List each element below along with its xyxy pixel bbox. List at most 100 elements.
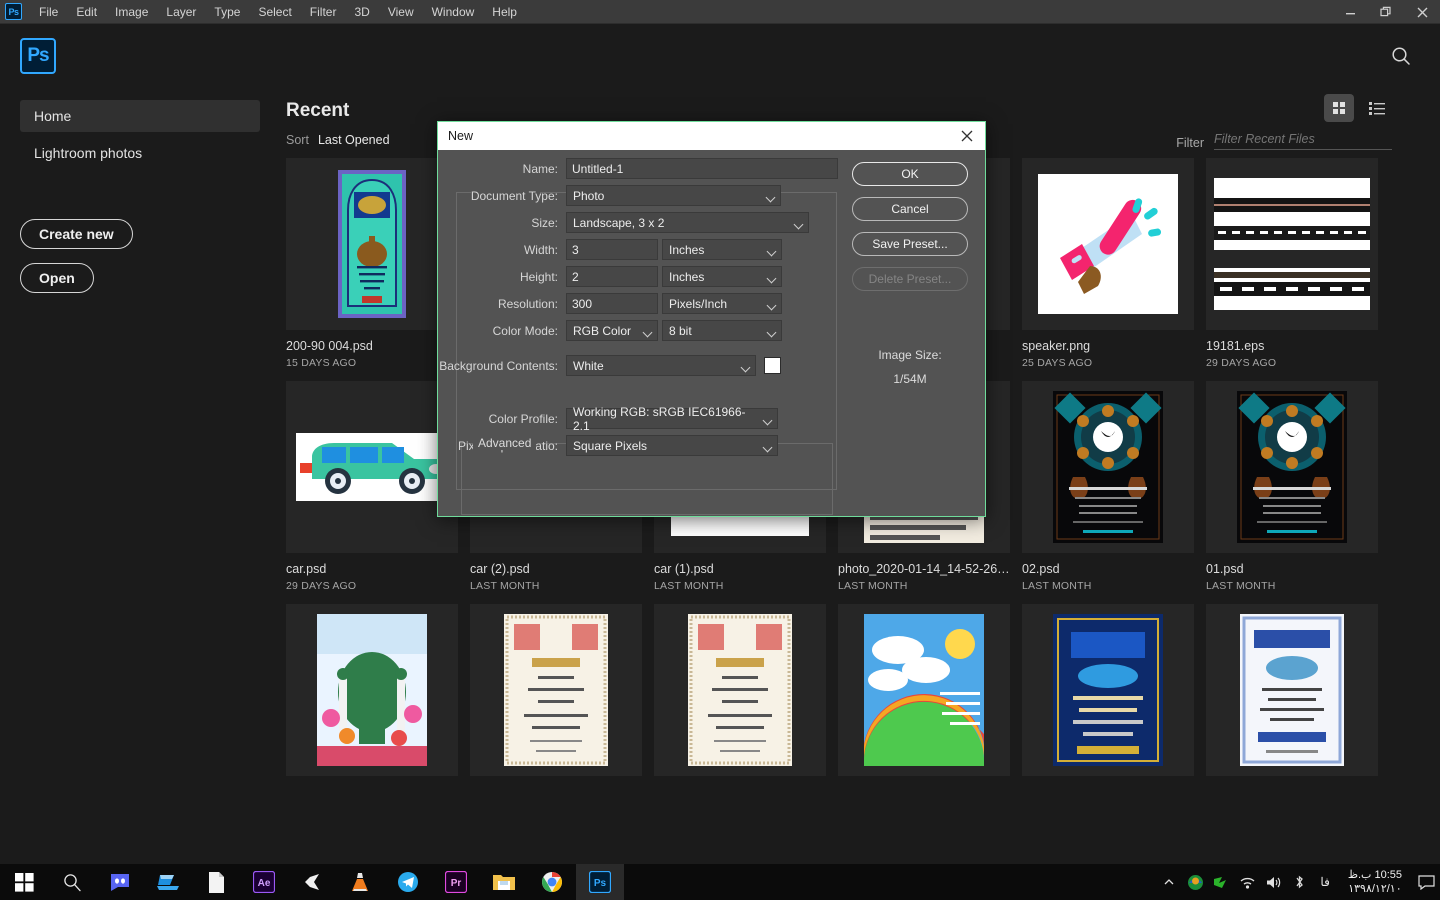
- bluetooth-tray-icon[interactable]: [1286, 864, 1312, 900]
- height-unit-select[interactable]: Inches: [662, 266, 782, 287]
- file-thumbnail[interactable]: [286, 381, 458, 553]
- list-item[interactable]: 02.psd LAST MONTH: [1022, 381, 1194, 592]
- sidebar-item-home[interactable]: Home: [20, 100, 260, 132]
- create-new-button[interactable]: Create new: [20, 219, 133, 249]
- list-item[interactable]: [838, 604, 1010, 789]
- file-name: 01.psd: [1206, 562, 1244, 576]
- list-item[interactable]: [286, 604, 458, 789]
- search-icon: [64, 874, 81, 892]
- taskbar-unity[interactable]: [288, 864, 336, 900]
- list-item[interactable]: 19181.eps 29 DAYS AGO: [1206, 158, 1378, 369]
- background-color-swatch[interactable]: [764, 357, 781, 374]
- document-type-select[interactable]: Photo: [566, 185, 781, 206]
- list-item[interactable]: 200-90 004.psd 15 DAYS AGO: [286, 158, 458, 369]
- taskbar-file-explorer[interactable]: [480, 864, 528, 900]
- file-thumbnail[interactable]: [838, 604, 1010, 776]
- sidebar-item-lightroom-photos[interactable]: Lightroom photos: [20, 137, 260, 169]
- sort-value[interactable]: Last Opened: [318, 133, 390, 147]
- file-thumbnail[interactable]: [286, 604, 458, 776]
- taskbar-after-effects[interactable]: Ae: [240, 864, 288, 900]
- search-button[interactable]: [1388, 43, 1414, 69]
- menu-window[interactable]: Window: [423, 1, 484, 23]
- idm-tray-icon[interactable]: [1182, 864, 1208, 900]
- minimize-button[interactable]: [1332, 0, 1368, 24]
- document-name-input[interactable]: [566, 158, 838, 179]
- list-item[interactable]: [1022, 604, 1194, 789]
- list-item[interactable]: 01.psd LAST MONTH: [1206, 381, 1378, 592]
- idm-icon: [1187, 874, 1203, 890]
- dialog-close-button[interactable]: [953, 122, 981, 150]
- file-thumbnail[interactable]: [1022, 381, 1194, 553]
- save-preset-button[interactable]: Save Preset...: [852, 232, 968, 256]
- minimize-icon: [1345, 12, 1355, 14]
- size-select[interactable]: Landscape, 3 x 2: [566, 212, 809, 233]
- poster-blue-art: [1053, 614, 1163, 766]
- menu-filter[interactable]: Filter: [301, 1, 346, 23]
- height-unit-value: Inches: [669, 269, 705, 284]
- background-contents-select[interactable]: White: [566, 355, 756, 376]
- file-thumbnail[interactable]: [1206, 158, 1378, 330]
- clock[interactable]: 10:55 ب.ظ ۱۳۹۸/۱۲/۱۰: [1338, 864, 1412, 900]
- taskbar-document-app[interactable]: [192, 864, 240, 900]
- maximize-button[interactable]: [1368, 0, 1404, 24]
- language-indicator[interactable]: فا: [1312, 875, 1337, 889]
- taskbar-discord[interactable]: [96, 864, 144, 900]
- menu-edit[interactable]: Edit: [67, 1, 106, 23]
- file-thumbnail[interactable]: [1206, 381, 1378, 553]
- filter-input[interactable]: [1214, 132, 1392, 150]
- volume-tray-icon[interactable]: [1260, 864, 1286, 900]
- menu-view[interactable]: View: [379, 1, 423, 23]
- ok-button[interactable]: OK: [852, 162, 968, 186]
- start-button[interactable]: [0, 864, 48, 900]
- resolution-label: Resolution:: [497, 296, 558, 311]
- color-profile-select[interactable]: Working RGB: sRGB IEC61966-2.1: [566, 405, 778, 433]
- nvidia-tray-icon[interactable]: [1208, 864, 1234, 900]
- menu-3d[interactable]: 3D: [345, 1, 378, 23]
- menu-bar: Ps File Edit Image Layer Type Select Fil…: [0, 0, 1440, 24]
- sort-label: Sort: [286, 133, 309, 147]
- list-item[interactable]: [470, 604, 642, 789]
- list-item[interactable]: car.psd 29 DAYS AGO: [286, 381, 458, 592]
- taskbar-chrome[interactable]: [528, 864, 576, 900]
- file-thumbnail[interactable]: [286, 158, 458, 330]
- taskbar-telegram[interactable]: [384, 864, 432, 900]
- notifications-button[interactable]: [1412, 864, 1440, 900]
- premiere-icon: Pr: [445, 871, 467, 893]
- color-mode-select[interactable]: RGB Color: [566, 320, 658, 341]
- list-item[interactable]: [1206, 604, 1378, 789]
- file-thumbnail[interactable]: [654, 604, 826, 776]
- menu-select[interactable]: Select: [249, 1, 300, 23]
- menu-image[interactable]: Image: [106, 1, 157, 23]
- menu-help[interactable]: Help: [483, 1, 526, 23]
- taskbar-search-button[interactable]: [48, 864, 96, 900]
- resolution-input[interactable]: [566, 293, 658, 314]
- list-item[interactable]: [654, 604, 826, 789]
- wifi-tray-icon[interactable]: [1234, 864, 1260, 900]
- list-view-button[interactable]: [1362, 94, 1392, 122]
- color-depth-select[interactable]: 8 bit: [662, 320, 782, 341]
- cancel-button[interactable]: Cancel: [852, 197, 968, 221]
- width-input[interactable]: [566, 239, 658, 260]
- menu-type[interactable]: Type: [205, 1, 249, 23]
- file-thumbnail[interactable]: [1022, 604, 1194, 776]
- list-item[interactable]: speaker.png 25 DAYS AGO: [1022, 158, 1194, 369]
- close-button[interactable]: [1404, 0, 1440, 24]
- taskbar-laptop-app[interactable]: [144, 864, 192, 900]
- resolution-unit-select[interactable]: Pixels/Inch: [662, 293, 782, 314]
- file-thumbnail[interactable]: [470, 604, 642, 776]
- height-input[interactable]: [566, 266, 658, 287]
- taskbar-premiere[interactable]: Pr: [432, 864, 480, 900]
- width-unit-select[interactable]: Inches: [662, 239, 782, 260]
- taskbar-photoshop[interactable]: Ps: [576, 864, 624, 900]
- file-date: 25 DAYS AGO: [1022, 357, 1093, 369]
- menu-layer[interactable]: Layer: [157, 1, 205, 23]
- open-button[interactable]: Open: [20, 263, 94, 293]
- grid-view-button[interactable]: [1324, 94, 1354, 122]
- show-hidden-icons-button[interactable]: [1156, 864, 1182, 900]
- file-thumbnail[interactable]: [1206, 604, 1378, 776]
- menu-file[interactable]: File: [30, 1, 67, 23]
- pixel-aspect-ratio-select[interactable]: Square Pixels: [566, 435, 778, 456]
- file-date: 29 DAYS AGO: [286, 580, 357, 592]
- taskbar-vlc[interactable]: [336, 864, 384, 900]
- file-thumbnail[interactable]: [1022, 158, 1194, 330]
